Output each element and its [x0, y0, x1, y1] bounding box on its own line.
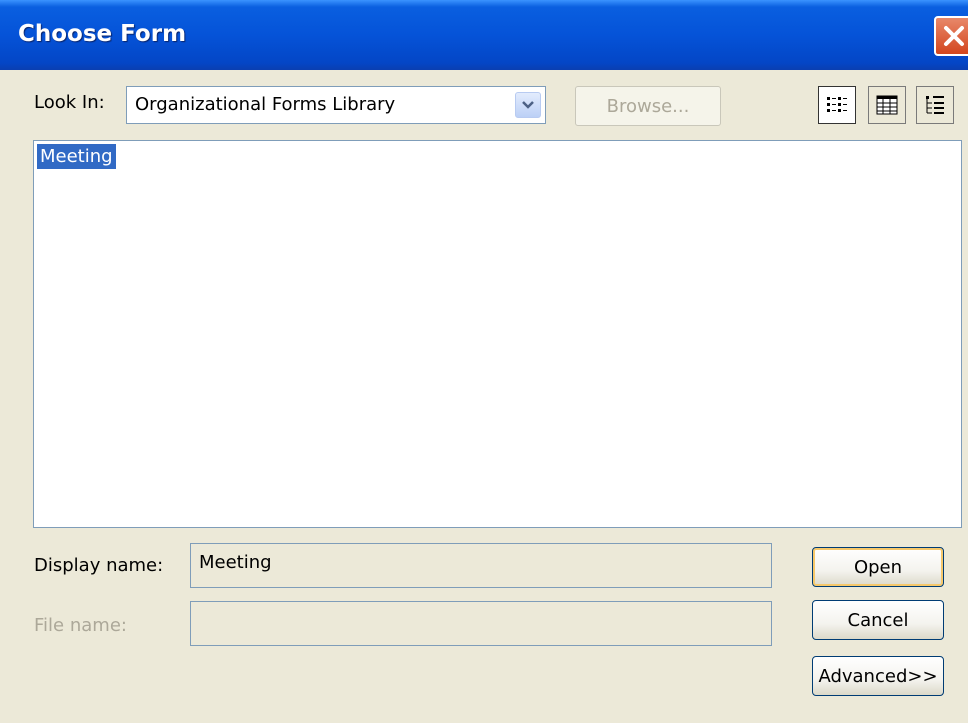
file-name-field [190, 601, 772, 646]
close-icon [944, 26, 964, 46]
list-item[interactable]: Meeting [36, 143, 117, 170]
look-in-dropdown[interactable]: Organizational Forms Library [126, 86, 546, 124]
open-button[interactable]: Open [812, 547, 944, 587]
dropdown-arrow-button[interactable] [515, 92, 541, 118]
display-name-label: Display name: [34, 555, 164, 576]
display-name-field: Meeting [190, 543, 772, 588]
look-in-value: Organizational Forms Library [135, 94, 396, 115]
properties-view-icon [926, 96, 944, 114]
forms-list[interactable]: Meeting [33, 140, 962, 528]
chevron-down-icon [522, 101, 534, 109]
list-view-icon [827, 97, 847, 112]
details-view-button[interactable] [868, 86, 906, 124]
file-name-label: File name: [34, 615, 127, 636]
cancel-button[interactable]: Cancel [812, 600, 944, 640]
look-in-label: Look In: [34, 92, 105, 113]
advanced-button[interactable]: Advanced>> [812, 656, 944, 696]
dialog-title: Choose Form [18, 21, 187, 47]
details-view-icon [876, 95, 898, 115]
properties-view-button[interactable] [916, 86, 954, 124]
close-button[interactable] [934, 16, 968, 56]
display-name-value: Meeting [199, 552, 272, 573]
browse-button[interactable]: Browse... [575, 86, 721, 126]
title-bar[interactable]: Choose Form [0, 0, 968, 70]
list-view-button[interactable] [818, 86, 856, 124]
